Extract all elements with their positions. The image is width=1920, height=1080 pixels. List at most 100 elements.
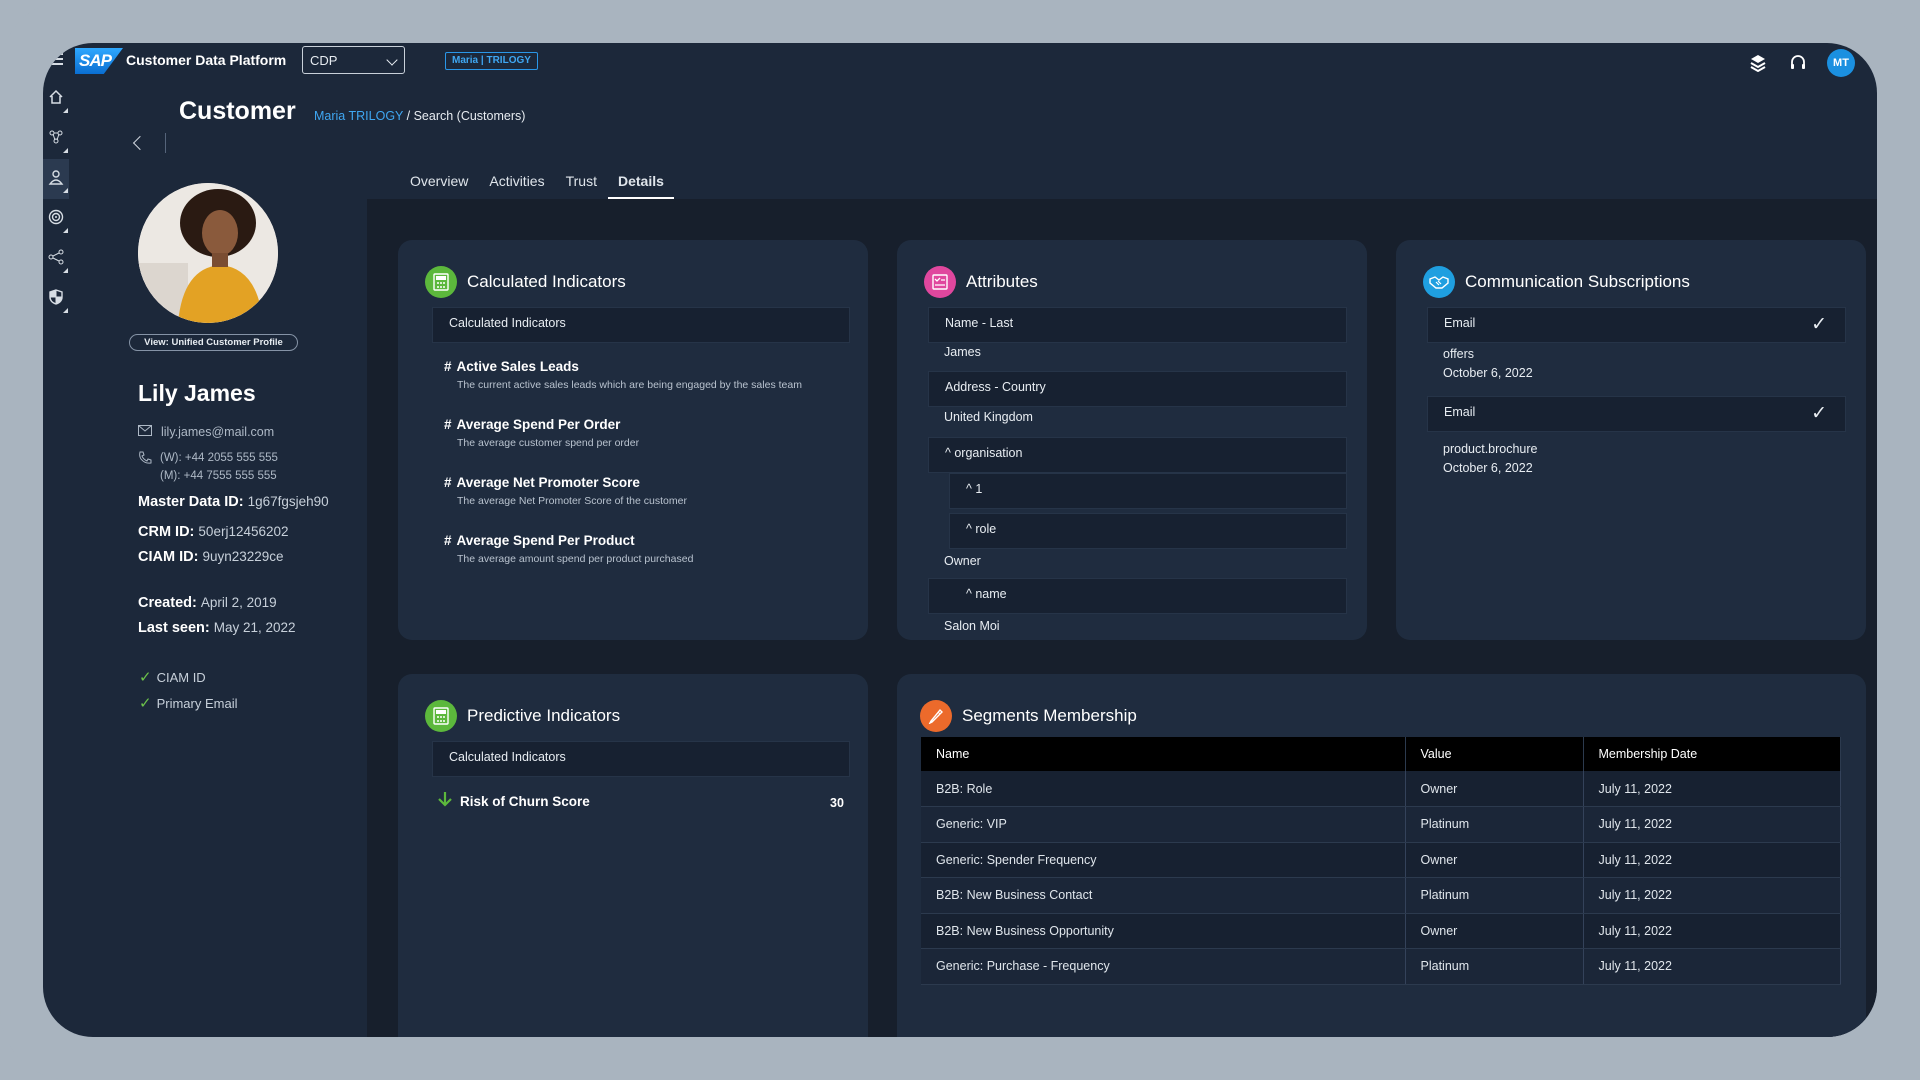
indicator-avg-spend-product[interactable]: # Average Spend Per Product The average a… (444, 533, 693, 565)
profile-panel: View: Unified Customer Profile Lily Jame… (69, 79, 367, 1037)
master-id-value: 1g67fgsjeh90 (247, 494, 329, 509)
subscription-details-1: offers October 6, 2022 (1443, 345, 1533, 383)
subscription-date: October 6, 2022 (1443, 366, 1533, 380)
calculated-section-bar: Calculated Indicators (432, 307, 850, 343)
customer-email[interactable]: lily.james@mail.com (161, 425, 274, 439)
layers-icon[interactable] (1747, 52, 1769, 74)
cell-value: Platinum (1405, 806, 1584, 843)
context-tag[interactable]: Maria | TRILOGY (445, 52, 538, 70)
master-data-id: Master Data ID: 1g67fgsjeh90 (138, 494, 329, 510)
user-avatar[interactable]: MT (1827, 49, 1855, 77)
ciam-id-label: CIAM ID: (138, 549, 199, 565)
indicator-title: # Average Spend Per Order (444, 417, 621, 432)
table-row[interactable]: Generic: Purchase - Frequency Platinum Jul… (921, 948, 1841, 985)
nav-targeting[interactable] (43, 199, 69, 239)
cell-date: July 11, 2022 (1583, 948, 1841, 985)
view-profile-button[interactable]: View: Unified Customer Profile (129, 334, 298, 351)
headset-icon[interactable] (1787, 52, 1809, 74)
arrow-down-icon (438, 791, 452, 812)
nav-customers[interactable] (43, 159, 69, 199)
column-header-date[interactable]: Membership Date (1583, 737, 1841, 771)
column-header-name[interactable]: Name (921, 737, 1406, 771)
user-icon (48, 169, 64, 190)
subscription-details-2: product.brochure October 6, 2022 (1443, 440, 1538, 478)
form-icon (924, 266, 956, 298)
cell-value: Owner (1405, 913, 1584, 949)
phone-work[interactable]: (W): +44 2055 555 555 (160, 449, 278, 467)
nav-share[interactable] (43, 239, 69, 279)
cell-name: Generic: VIP (921, 806, 1406, 843)
phone-mobile[interactable]: (M): +44 7555 555 555 (160, 467, 278, 485)
last-seen-date: Last seen: May 21, 2022 (138, 620, 296, 636)
shield-icon (48, 288, 64, 310)
table-row[interactable]: B2B: New Business Opportunity Owner July 1… (921, 913, 1841, 949)
app-name[interactable]: Customer Data Platform (126, 52, 286, 68)
check-primary-email: ✓ Primary Email (139, 694, 237, 712)
target-icon (48, 209, 64, 230)
home-icon (48, 89, 64, 110)
network-icon (48, 129, 64, 150)
share-icon (48, 249, 64, 270)
checkmark-icon: ✓ (139, 695, 152, 712)
indicator-description: The average Net Promoter Score of the cu… (457, 495, 687, 507)
last-seen-label: Last seen: (138, 620, 210, 636)
indicator-avg-nps[interactable]: # Average Net Promoter Score The average … (444, 475, 687, 507)
tab-activities[interactable]: Activities (479, 169, 554, 199)
indicator-title: # Active Sales Leads (444, 359, 579, 374)
checkmark-icon: ✓ (139, 669, 152, 686)
predictive-title: Predictive Indicators (467, 706, 621, 725)
tab-overview[interactable]: Overview (400, 169, 478, 199)
cell-name: B2B: New Business Opportunity (921, 913, 1406, 949)
sap-logo[interactable]: SAP (75, 48, 123, 74)
nav-network[interactable] (43, 119, 69, 159)
side-navigation (43, 79, 69, 319)
created-value: April 2, 2019 (200, 595, 277, 610)
risk-of-churn-label: Risk of Churn Score (460, 794, 590, 809)
device-frame: SAP Customer Data Platform CDP Maria | T… (0, 0, 1920, 1080)
table-row[interactable]: Generic: VIP Platinum July 11, 2022 (921, 806, 1841, 843)
indicator-active-sales-leads[interactable]: # Active Sales Leads The current active s… (444, 359, 802, 391)
tab-details[interactable]: Details (607, 169, 674, 199)
subscriptions-header: Communication Subscriptions (1423, 266, 1690, 298)
nav-home[interactable] (43, 79, 69, 119)
indicator-avg-spend-order[interactable]: # Average Spend Per Order The average cus… (444, 417, 639, 449)
indicator-description: The average customer spend per order (457, 437, 640, 449)
segments-table: Name Value Membership Date B2B: Role Owne… (921, 737, 1841, 985)
risk-of-churn-row[interactable]: Risk of Churn Score (438, 791, 590, 812)
predictive-header: Predictive Indicators (425, 700, 620, 732)
crm-id-value: 50erj12456202 (198, 524, 289, 539)
cell-date: July 11, 2022 (1583, 877, 1841, 914)
cell-date: July 11, 2022 (1583, 913, 1841, 949)
phone-row: (W): +44 2055 555 555 (M): +44 7555 555 … (138, 449, 278, 485)
crm-id: CRM ID: 50erj12456202 (138, 524, 289, 540)
nav-security[interactable] (43, 279, 69, 319)
cell-date: July 11, 2022 (1583, 771, 1841, 807)
table-row[interactable]: B2B: Role Owner July 11, 2022 (921, 771, 1841, 807)
attr-country-label: Address - Country (928, 371, 1347, 407)
table-row[interactable]: Generic: Spender Frequency Owner July 11, … (921, 842, 1841, 878)
cell-date: July 11, 2022 (1583, 806, 1841, 843)
checkmark-icon: ✓ (1811, 403, 1827, 424)
calculator-icon (425, 700, 457, 732)
tab-trust[interactable]: Trust (556, 169, 607, 199)
check-ciam: ✓ CIAM ID (139, 668, 206, 686)
customer-name: Lily James (138, 380, 256, 406)
shell-actions: MT (1747, 49, 1855, 77)
subscriptions-title: Communication Subscriptions (1465, 272, 1690, 291)
column-header-value[interactable]: Value (1405, 737, 1584, 771)
attr-name-label: ^ name (928, 578, 1347, 614)
table-row[interactable]: B2B: New Business Contact Platinum July 11… (921, 877, 1841, 914)
tenant-select[interactable]: CDP (302, 46, 405, 74)
indicator-description: The average amount spend per product pur… (457, 553, 694, 565)
cell-date: July 11, 2022 (1583, 842, 1841, 878)
segments-title: Segments Membership (962, 706, 1137, 725)
menu-icon[interactable] (49, 53, 63, 65)
subscription-email-1[interactable]: Email ✓ (1427, 307, 1846, 343)
attr-name-last-label: Name - Last (928, 307, 1347, 343)
cell-value: Owner (1405, 842, 1584, 878)
subscription-channel: Email (1444, 316, 1476, 330)
subscription-email-2[interactable]: Email ✓ (1427, 396, 1846, 432)
attr-role-label: ^ role (949, 513, 1347, 549)
phone-icon (138, 451, 152, 485)
cell-value: Owner (1405, 771, 1584, 807)
